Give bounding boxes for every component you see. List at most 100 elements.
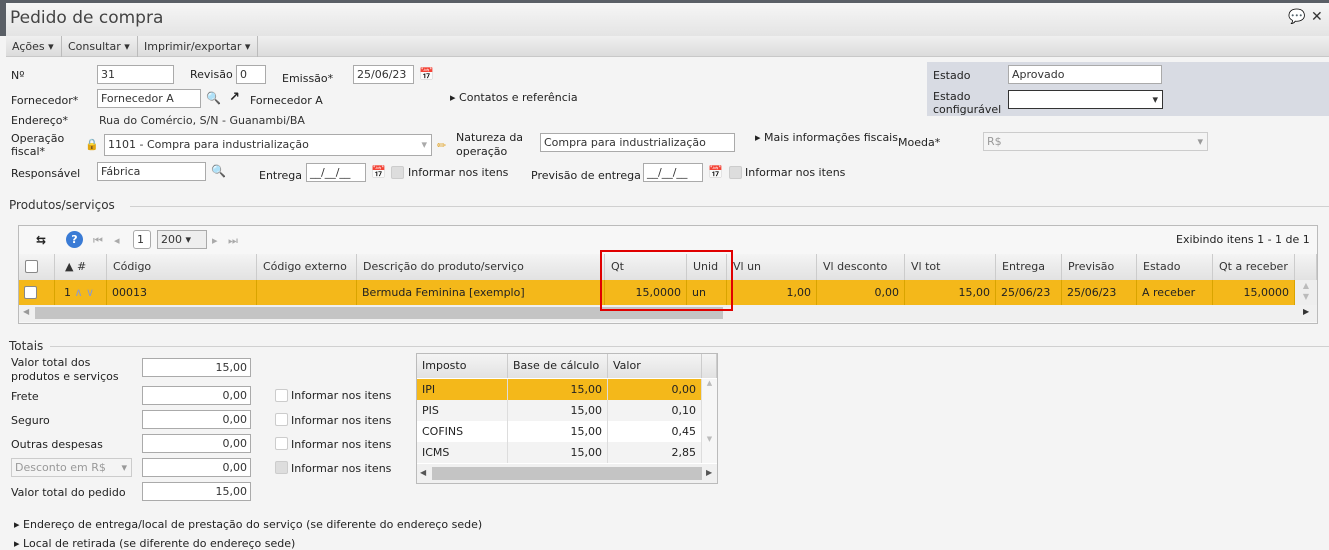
moeda-select[interactable]: R$ ▾ — [983, 132, 1208, 151]
col-header-vl-tot[interactable]: Vl tot — [905, 254, 996, 280]
imposto-valor[interactable]: 0,45 — [608, 421, 702, 442]
cell-codigo[interactable]: 00013 — [107, 280, 257, 305]
impostos-horizontal-scrollbar[interactable]: ◀ ▶ — [417, 464, 717, 483]
revisao-input[interactable]: 0 — [236, 65, 266, 84]
col-header-descricao[interactable]: Descrição do produto/serviço — [357, 254, 605, 280]
imposto-valor[interactable]: 0,10 — [608, 400, 702, 421]
valor-prod-label-1: Valor total dos — [11, 356, 91, 369]
cell-previsao[interactable]: 25/06/23 — [1062, 280, 1137, 305]
outras-input[interactable]: 0,00 — [142, 434, 251, 453]
cell-descricao[interactable]: Bermuda Feminina [exemplo] — [357, 280, 605, 305]
col-header-entrega[interactable]: Entrega — [996, 254, 1062, 280]
scroll-left-icon[interactable]: ◀ — [23, 307, 29, 316]
valor-prod-input[interactable]: 15,00 — [142, 358, 251, 377]
reorder-arrows-icon[interactable]: ∧ ∨ — [75, 286, 95, 299]
imposto-base[interactable]: 15,00 — [508, 442, 608, 463]
page-size-select[interactable]: 200 ▾ — [157, 230, 207, 249]
search-icon[interactable]: 🔍 — [211, 164, 226, 178]
col-header-vl-un[interactable]: Vl un — [727, 254, 817, 280]
previsao-input[interactable]: __/__/__ — [643, 163, 703, 182]
close-icon[interactable]: ✕ — [1311, 9, 1323, 25]
col-header-num[interactable]: ▲ # — [55, 254, 107, 280]
row-checkbox-cell[interactable] — [19, 280, 55, 305]
responsavel-input[interactable]: Fábrica — [97, 162, 206, 181]
fornecedor-input[interactable]: Fornecedor A — [97, 89, 201, 108]
menu-consultar[interactable]: Consultar ▾ — [62, 36, 138, 57]
external-link-icon[interactable]: ↗ — [229, 90, 240, 105]
imposto-base[interactable]: 15,00 — [508, 421, 608, 442]
calendar-icon[interactable]: 📅 — [419, 67, 434, 81]
cell-codigo-externo[interactable] — [257, 280, 357, 305]
col-header-vl-desconto[interactable]: Vl desconto — [817, 254, 905, 280]
menu-imprimir[interactable]: Imprimir/exportar ▾ — [138, 36, 258, 57]
col-header-estado[interactable]: Estado — [1137, 254, 1213, 280]
impostos-vertical-scrollbar[interactable]: ▲ ▼ — [702, 379, 717, 463]
operacao-select[interactable]: 1101 - Compra para industrialização ▾ — [104, 134, 432, 156]
last-page-icon[interactable]: ⏭ — [228, 234, 238, 248]
natureza-input[interactable]: Compra para industrialização — [540, 133, 735, 152]
seguro-input[interactable]: 0,00 — [142, 410, 251, 429]
frete-input[interactable]: 0,00 — [142, 386, 251, 405]
pencil-icon[interactable]: ✏ — [437, 139, 446, 152]
desconto-informar-checkbox[interactable] — [275, 461, 288, 474]
imposto-name[interactable]: IPI — [417, 379, 508, 400]
entrega-input[interactable]: __/__/__ — [306, 163, 366, 182]
estado-conf-select[interactable]: ▾ — [1008, 90, 1163, 109]
calendar-icon[interactable]: 📅 — [708, 165, 723, 179]
col-header-previsao[interactable]: Previsão — [1062, 254, 1137, 280]
vertical-scrollbar[interactable]: ▲ ▼ — [1295, 280, 1317, 305]
menu-acoes[interactable]: Ações ▾ — [6, 36, 62, 57]
cell-vl-desconto[interactable]: 0,00 — [817, 280, 905, 305]
imposto-base[interactable]: 15,00 — [508, 400, 608, 421]
numero-input[interactable]: 31 — [97, 65, 174, 84]
select-all-header[interactable] — [19, 254, 55, 280]
frete-informar-checkbox[interactable] — [275, 389, 288, 402]
valor-pedido-input[interactable]: 15,00 — [142, 482, 251, 501]
endereco-entrega-toggle[interactable]: ▸ Endereço de entrega/local de prestação… — [14, 518, 482, 531]
first-page-icon[interactable]: ⏮ — [93, 234, 103, 248]
col-header-valor[interactable]: Valor — [608, 354, 702, 378]
informar-checkbox[interactable] — [391, 166, 404, 179]
desconto-input[interactable]: 0,00 — [142, 458, 251, 477]
emissao-input[interactable]: 25/06/23 — [353, 65, 414, 84]
imposto-base[interactable]: 15,00 — [508, 379, 608, 400]
cell-vl-un[interactable]: 1,00 — [727, 280, 817, 305]
refresh-icon[interactable]: ⇆ — [36, 233, 46, 247]
seguro-informar-checkbox[interactable] — [275, 413, 288, 426]
col-header-codigo-externo[interactable]: Código externo — [257, 254, 357, 280]
desconto-select[interactable]: Desconto em R$ ▾ — [11, 458, 132, 477]
outras-informar-checkbox[interactable] — [275, 437, 288, 450]
page-input[interactable]: 1 — [133, 230, 151, 249]
imposto-name[interactable]: PIS — [417, 400, 508, 421]
scroll-right-icon[interactable]: ▶ — [1303, 307, 1309, 316]
mais-info-toggle[interactable]: ▸ Mais informações fiscais — [755, 131, 898, 144]
scrollbar-thumb[interactable] — [432, 467, 702, 480]
col-header-spacer — [1295, 254, 1317, 280]
chat-icon[interactable]: 💬 — [1288, 9, 1305, 25]
col-header-codigo[interactable]: Código — [107, 254, 257, 280]
scroll-left-icon[interactable]: ◀ — [420, 468, 426, 477]
imposto-valor[interactable]: 2,85 — [608, 442, 702, 463]
contatos-toggle[interactable]: ▸ Contatos e referência — [450, 91, 578, 104]
next-page-icon[interactable]: ▸ — [212, 234, 218, 247]
col-header-base[interactable]: Base de cálculo — [508, 354, 608, 378]
col-header-qt-receber[interactable]: Qt a receber — [1213, 254, 1295, 280]
fornecedor-link[interactable]: Fornecedor A — [250, 94, 323, 107]
imposto-name[interactable]: ICMS — [417, 442, 508, 463]
estado-input[interactable]: Aprovado — [1008, 65, 1162, 84]
imposto-valor[interactable]: 0,00 — [608, 379, 702, 400]
informar-checkbox[interactable] — [729, 166, 742, 179]
cell-estado[interactable]: A receber — [1137, 280, 1213, 305]
prev-page-icon[interactable]: ◂ — [114, 234, 120, 247]
scroll-right-icon[interactable]: ▶ — [706, 468, 712, 477]
col-header-imposto[interactable]: Imposto — [417, 354, 508, 378]
help-icon[interactable]: ? — [66, 231, 83, 248]
informar-label: Informar nos itens — [291, 389, 392, 402]
cell-vl-tot[interactable]: 15,00 — [905, 280, 996, 305]
imposto-name[interactable]: COFINS — [417, 421, 508, 442]
cell-qt-receber[interactable]: 15,0000 — [1213, 280, 1295, 305]
local-retirada-toggle[interactable]: ▸ Local de retirada (se diferente do end… — [14, 537, 295, 550]
calendar-icon[interactable]: 📅 — [371, 165, 386, 179]
search-icon[interactable]: 🔍 — [206, 91, 221, 105]
cell-entrega[interactable]: 25/06/23 — [996, 280, 1062, 305]
